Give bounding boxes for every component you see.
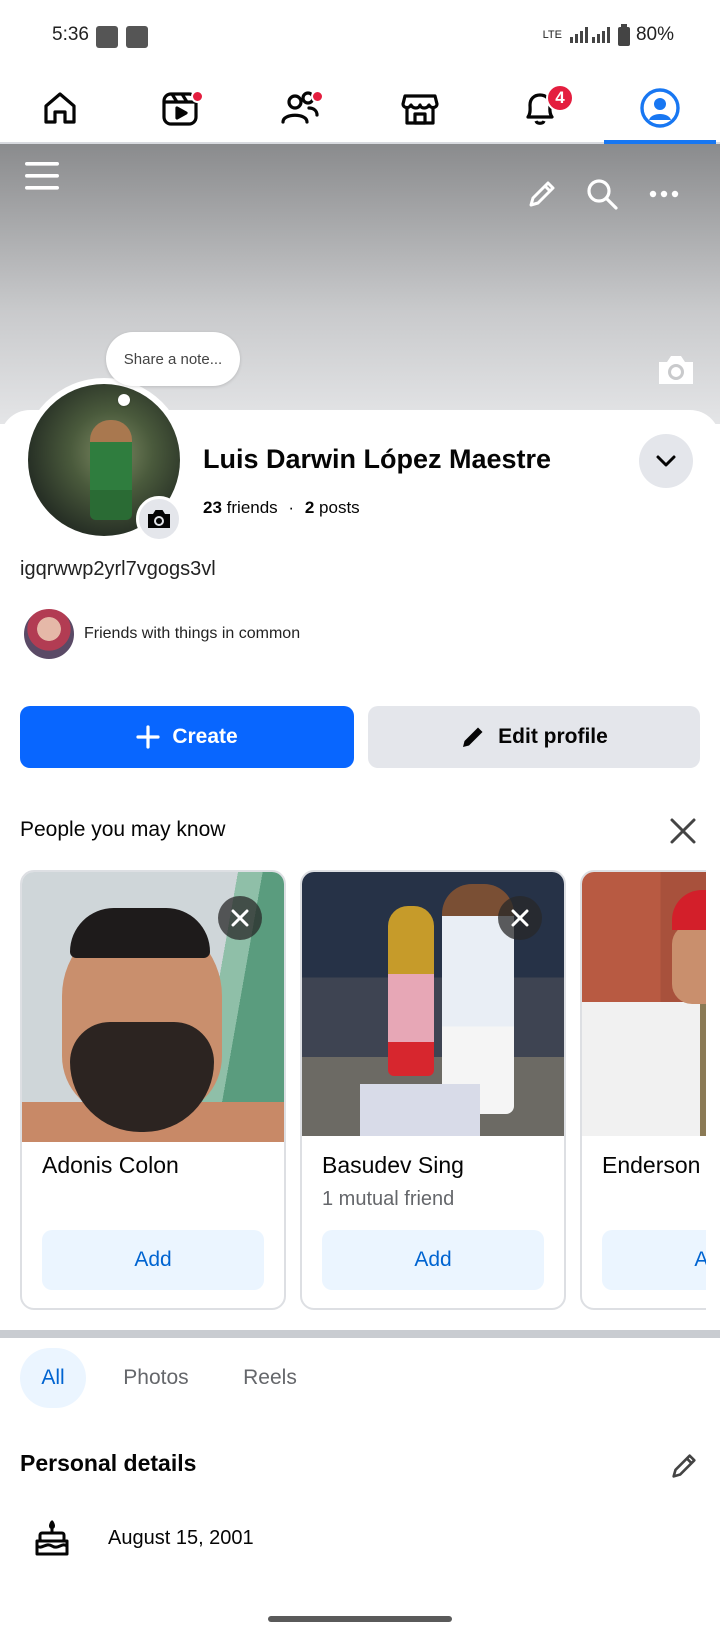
edit-profile-button[interactable]: Edit profile bbox=[368, 706, 700, 768]
pencil-icon bbox=[672, 1454, 696, 1478]
tab-photos[interactable]: Photos bbox=[106, 1348, 206, 1408]
friends-notification-dot bbox=[311, 90, 324, 103]
profile-stats: 23 friends · 2 posts bbox=[203, 498, 360, 518]
pymk-mutual: 1 mutual friend bbox=[322, 1188, 455, 1210]
create-label: Create bbox=[172, 725, 238, 748]
pymk-name[interactable]: Enderson bbox=[602, 1152, 700, 1179]
camera-icon bbox=[148, 510, 170, 528]
friend-avatar bbox=[22, 607, 76, 661]
signal-icon bbox=[569, 27, 610, 43]
video-notification-dot bbox=[191, 90, 204, 103]
profile-icon bbox=[640, 88, 680, 128]
avatar-camera-button[interactable] bbox=[136, 496, 182, 542]
cover-camera-button[interactable] bbox=[654, 350, 698, 390]
create-button[interactable]: Create bbox=[20, 706, 354, 768]
plus-icon bbox=[136, 725, 160, 749]
pymk-card[interactable]: Basudev Sing 1 mutual friend Add bbox=[300, 870, 566, 1310]
remove-suggestion-button[interactable] bbox=[498, 896, 542, 940]
note-bubble-tail bbox=[118, 394, 130, 406]
close-icon bbox=[670, 818, 696, 844]
status-bar: 5:36 LTE 80% bbox=[0, 0, 720, 72]
separator: · bbox=[288, 498, 295, 517]
nav-friends[interactable] bbox=[270, 82, 330, 134]
nav-video[interactable] bbox=[150, 82, 210, 134]
notification-icon bbox=[96, 26, 118, 48]
edit-details-button[interactable] bbox=[664, 1446, 704, 1486]
battery-percent: 80% bbox=[635, 24, 674, 45]
add-friend-button[interactable]: Add bbox=[42, 1230, 264, 1290]
pymk-title: People you may know bbox=[20, 818, 226, 841]
share-note-bubble[interactable]: Share a note... bbox=[106, 332, 240, 386]
notifications-badge: 4 bbox=[546, 84, 574, 112]
profile-dropdown-button[interactable] bbox=[639, 434, 693, 488]
pymk-carousel[interactable]: Adonis Colon Add Basudev Sing 1 mutual f… bbox=[20, 870, 706, 1312]
nav-profile[interactable] bbox=[630, 82, 690, 134]
chevron-down-icon bbox=[656, 455, 676, 467]
more-icon bbox=[649, 190, 679, 198]
home-icon bbox=[44, 92, 76, 124]
section-divider bbox=[0, 1330, 720, 1338]
close-icon bbox=[511, 909, 529, 927]
add-friend-button[interactable]: Add bbox=[322, 1230, 544, 1290]
friends-label[interactable]: friends bbox=[227, 498, 278, 517]
birthday-text: August 15, 2001 bbox=[108, 1526, 254, 1549]
remove-suggestion-button[interactable] bbox=[218, 896, 262, 940]
marketplace-icon bbox=[401, 94, 439, 125]
more-options-button[interactable] bbox=[642, 172, 686, 216]
status-time: 5:36 bbox=[52, 24, 89, 45]
posts-count: 2 bbox=[304, 498, 315, 517]
add-friend-button[interactable]: Add bbox=[602, 1230, 706, 1290]
pymk-name[interactable]: Basudev Sing bbox=[322, 1152, 464, 1179]
profile-name: Luis Darwin López Maestre bbox=[203, 444, 552, 474]
close-icon bbox=[231, 909, 249, 927]
tab-all[interactable]: All bbox=[20, 1348, 86, 1408]
pymk-dismiss-button[interactable] bbox=[666, 814, 700, 848]
edit-cover-button[interactable] bbox=[520, 172, 564, 216]
friends-count[interactable]: 23 bbox=[203, 498, 222, 517]
search-button[interactable] bbox=[580, 172, 624, 216]
pymk-card[interactable]: Enderson Add bbox=[580, 870, 706, 1310]
personal-details-title: Personal details bbox=[20, 1450, 197, 1476]
nav-marketplace[interactable] bbox=[390, 82, 450, 134]
battery-icon bbox=[617, 24, 630, 46]
profile-username: igqrwwp2yrl7vgogs3vl bbox=[20, 558, 216, 580]
birthday-cake-icon bbox=[35, 1520, 69, 1556]
edit-profile-label: Edit profile bbox=[498, 725, 608, 748]
tab-reels[interactable]: Reels bbox=[226, 1348, 314, 1408]
notification-icon bbox=[126, 26, 148, 48]
pencil-icon bbox=[463, 727, 483, 747]
posts-label: posts bbox=[319, 498, 360, 517]
top-nav: 4 bbox=[0, 72, 720, 144]
pymk-card[interactable]: Adonis Colon Add bbox=[20, 870, 286, 1310]
pencil-icon bbox=[529, 181, 555, 207]
menu-button[interactable] bbox=[20, 154, 64, 198]
friends-in-common-row[interactable]: Friends with things in common bbox=[22, 606, 300, 662]
friends-in-common-text: Friends with things in common bbox=[84, 625, 301, 642]
nav-notifications[interactable]: 4 bbox=[510, 82, 574, 134]
network-label: LTE bbox=[542, 29, 562, 41]
avatar-figure bbox=[90, 420, 132, 520]
search-icon bbox=[587, 179, 618, 210]
menu-icon bbox=[25, 162, 59, 190]
nav-home[interactable] bbox=[30, 82, 90, 134]
pymk-photo[interactable] bbox=[582, 872, 706, 1136]
status-indicators: LTE 80% bbox=[543, 24, 674, 46]
pymk-name[interactable]: Adonis Colon bbox=[42, 1152, 179, 1179]
home-indicator[interactable] bbox=[268, 1616, 452, 1622]
camera-icon bbox=[659, 356, 693, 384]
birthday-row: August 15, 2001 bbox=[34, 1514, 254, 1562]
